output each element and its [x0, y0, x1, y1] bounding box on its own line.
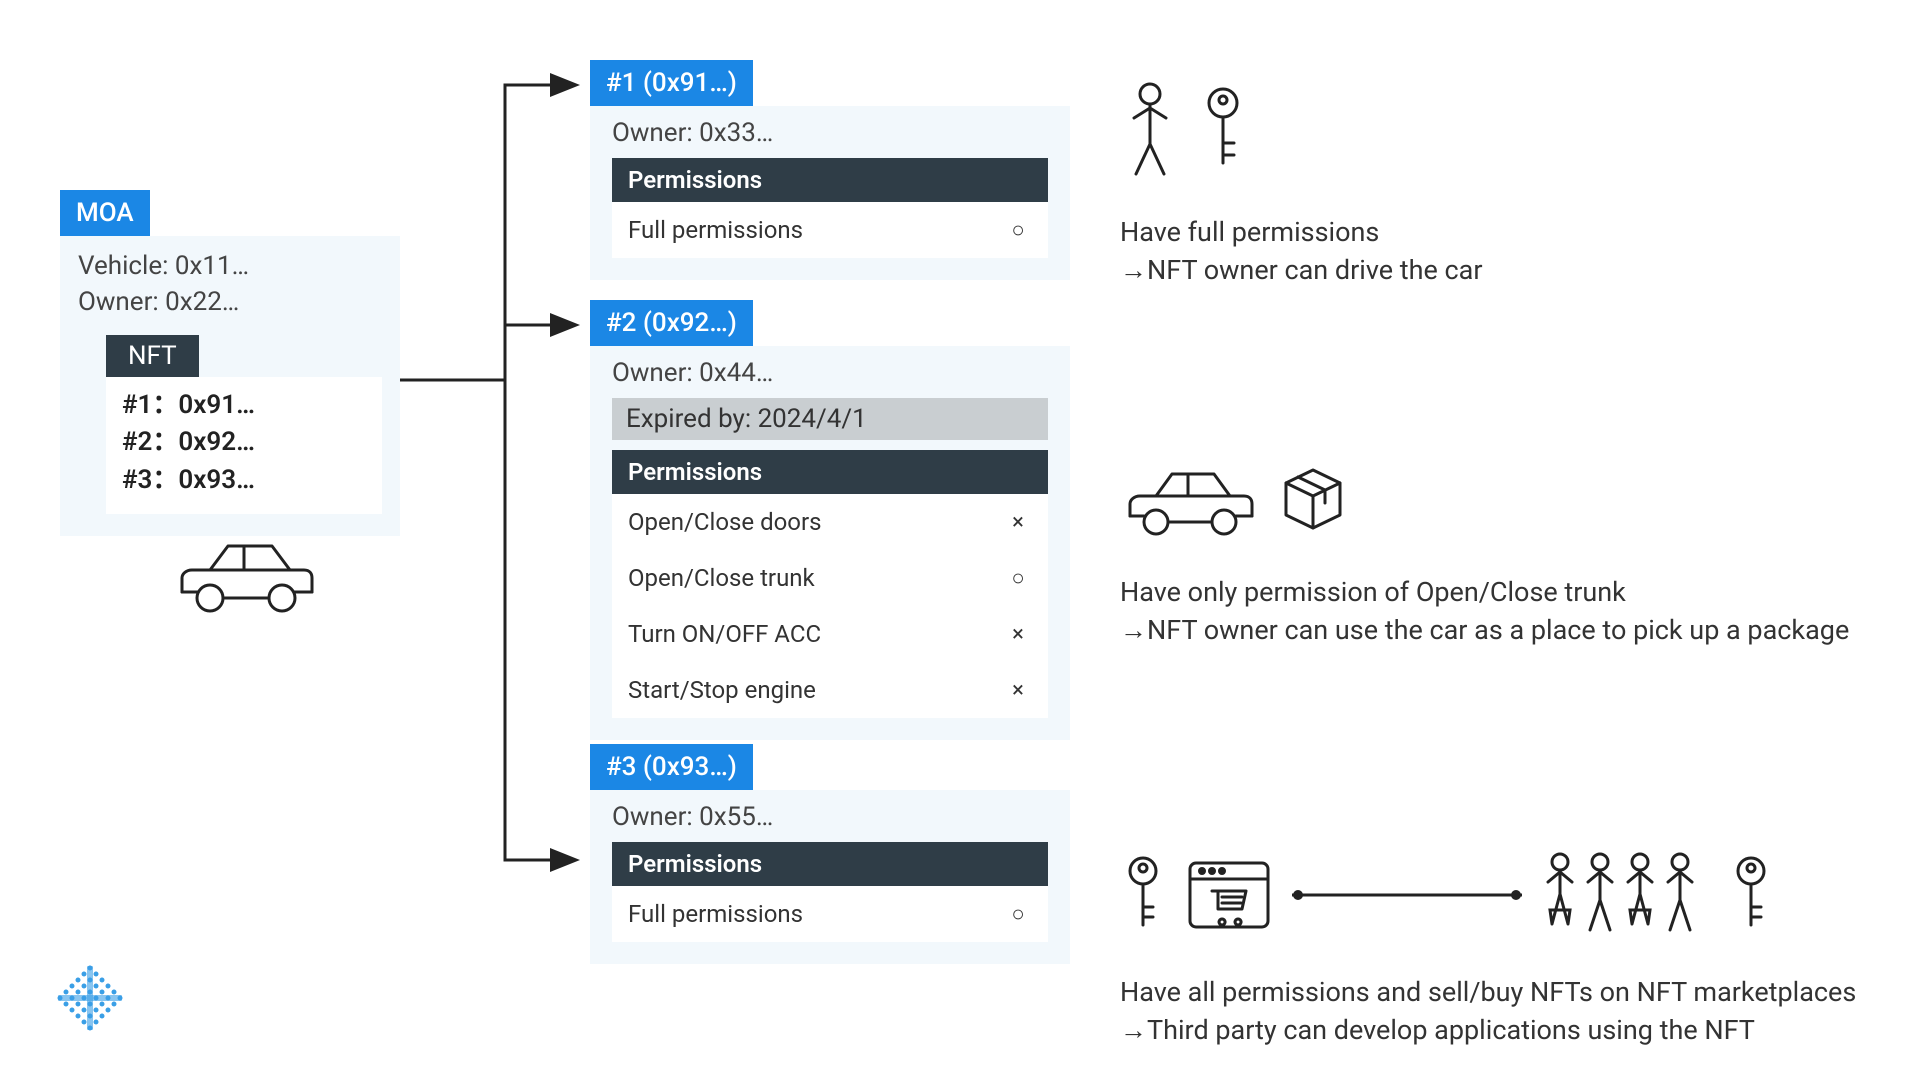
- permission-mark: ○: [1004, 565, 1032, 591]
- nft-card-label: #3 (0x93…): [590, 744, 753, 790]
- people-icon: [1540, 850, 1710, 940]
- permissions-header: Permissions: [612, 842, 1048, 886]
- permission-name: Turn ON/OFF ACC: [628, 620, 821, 648]
- description-line: →Third party can develop applications us…: [1120, 1012, 1880, 1050]
- nft-expiry-line: Expired by: 2024/4/1: [612, 398, 1048, 440]
- key-icon: [1198, 85, 1248, 175]
- permission-row: Turn ON/OFF ACC ×: [612, 606, 1048, 662]
- permission-mark: ×: [1004, 678, 1032, 703]
- permission-mark: ○: [1004, 217, 1032, 243]
- marketplace-icon: [1184, 855, 1274, 935]
- permission-name: Open/Close trunk: [628, 564, 815, 592]
- permission-name: Start/Stop engine: [628, 676, 816, 704]
- description-block: Have only permission of Open/Close trunk…: [1120, 460, 1880, 650]
- description-line: Have all permissions and sell/buy NFTs o…: [1120, 974, 1880, 1012]
- connection-line: [1292, 885, 1522, 905]
- permission-row: Open/Close doors ×: [612, 494, 1048, 550]
- permission-row: Open/Close trunk ○: [612, 550, 1048, 606]
- permission-row: Full permissions ○: [612, 202, 1048, 258]
- description-line: Have full permissions: [1120, 214, 1880, 252]
- car-icon: [1120, 460, 1260, 540]
- description-line: Have only permission of Open/Close trunk: [1120, 574, 1880, 612]
- permission-name: Open/Close doors: [628, 508, 822, 536]
- key-icon: [1120, 855, 1166, 935]
- permissions-header: Permissions: [612, 450, 1048, 494]
- description-block: Have full permissions →NFT owner can dri…: [1120, 80, 1880, 290]
- nft-card: #2 (0x92…) Owner: 0x44… Expired by: 2024…: [590, 300, 1070, 740]
- brand-logo-icon: [50, 962, 130, 1042]
- nft-card: #1 (0x91…) Owner: 0x33… Permissions Full…: [590, 60, 1070, 280]
- permissions-header: Permissions: [612, 158, 1048, 202]
- permission-name: Full permissions: [628, 900, 803, 928]
- person-icon: [1120, 80, 1180, 180]
- permission-name: Full permissions: [628, 216, 803, 244]
- permission-mark: ×: [1004, 510, 1032, 535]
- nft-owner-line: Owner: 0x44…: [612, 358, 1048, 388]
- permission-row: Full permissions ○: [612, 886, 1048, 942]
- key-icon: [1728, 855, 1774, 935]
- nft-owner-line: Owner: 0x33…: [612, 118, 1048, 148]
- description-line: →NFT owner can drive the car: [1120, 252, 1880, 290]
- permission-row: Start/Stop engine ×: [612, 662, 1048, 718]
- nft-owner-line: Owner: 0x55…: [612, 802, 1048, 832]
- permission-mark: ×: [1004, 622, 1032, 647]
- description-block: Have all permissions and sell/buy NFTs o…: [1120, 850, 1880, 1050]
- description-line: →NFT owner can use the car as a place to…: [1120, 612, 1880, 650]
- nft-card-label: #2 (0x92…): [590, 300, 753, 346]
- nft-card-label: #1 (0x91…): [590, 60, 753, 106]
- package-icon: [1278, 465, 1348, 535]
- permission-mark: ○: [1004, 901, 1032, 927]
- nft-card: #3 (0x93…) Owner: 0x55… Permissions Full…: [590, 744, 1070, 964]
